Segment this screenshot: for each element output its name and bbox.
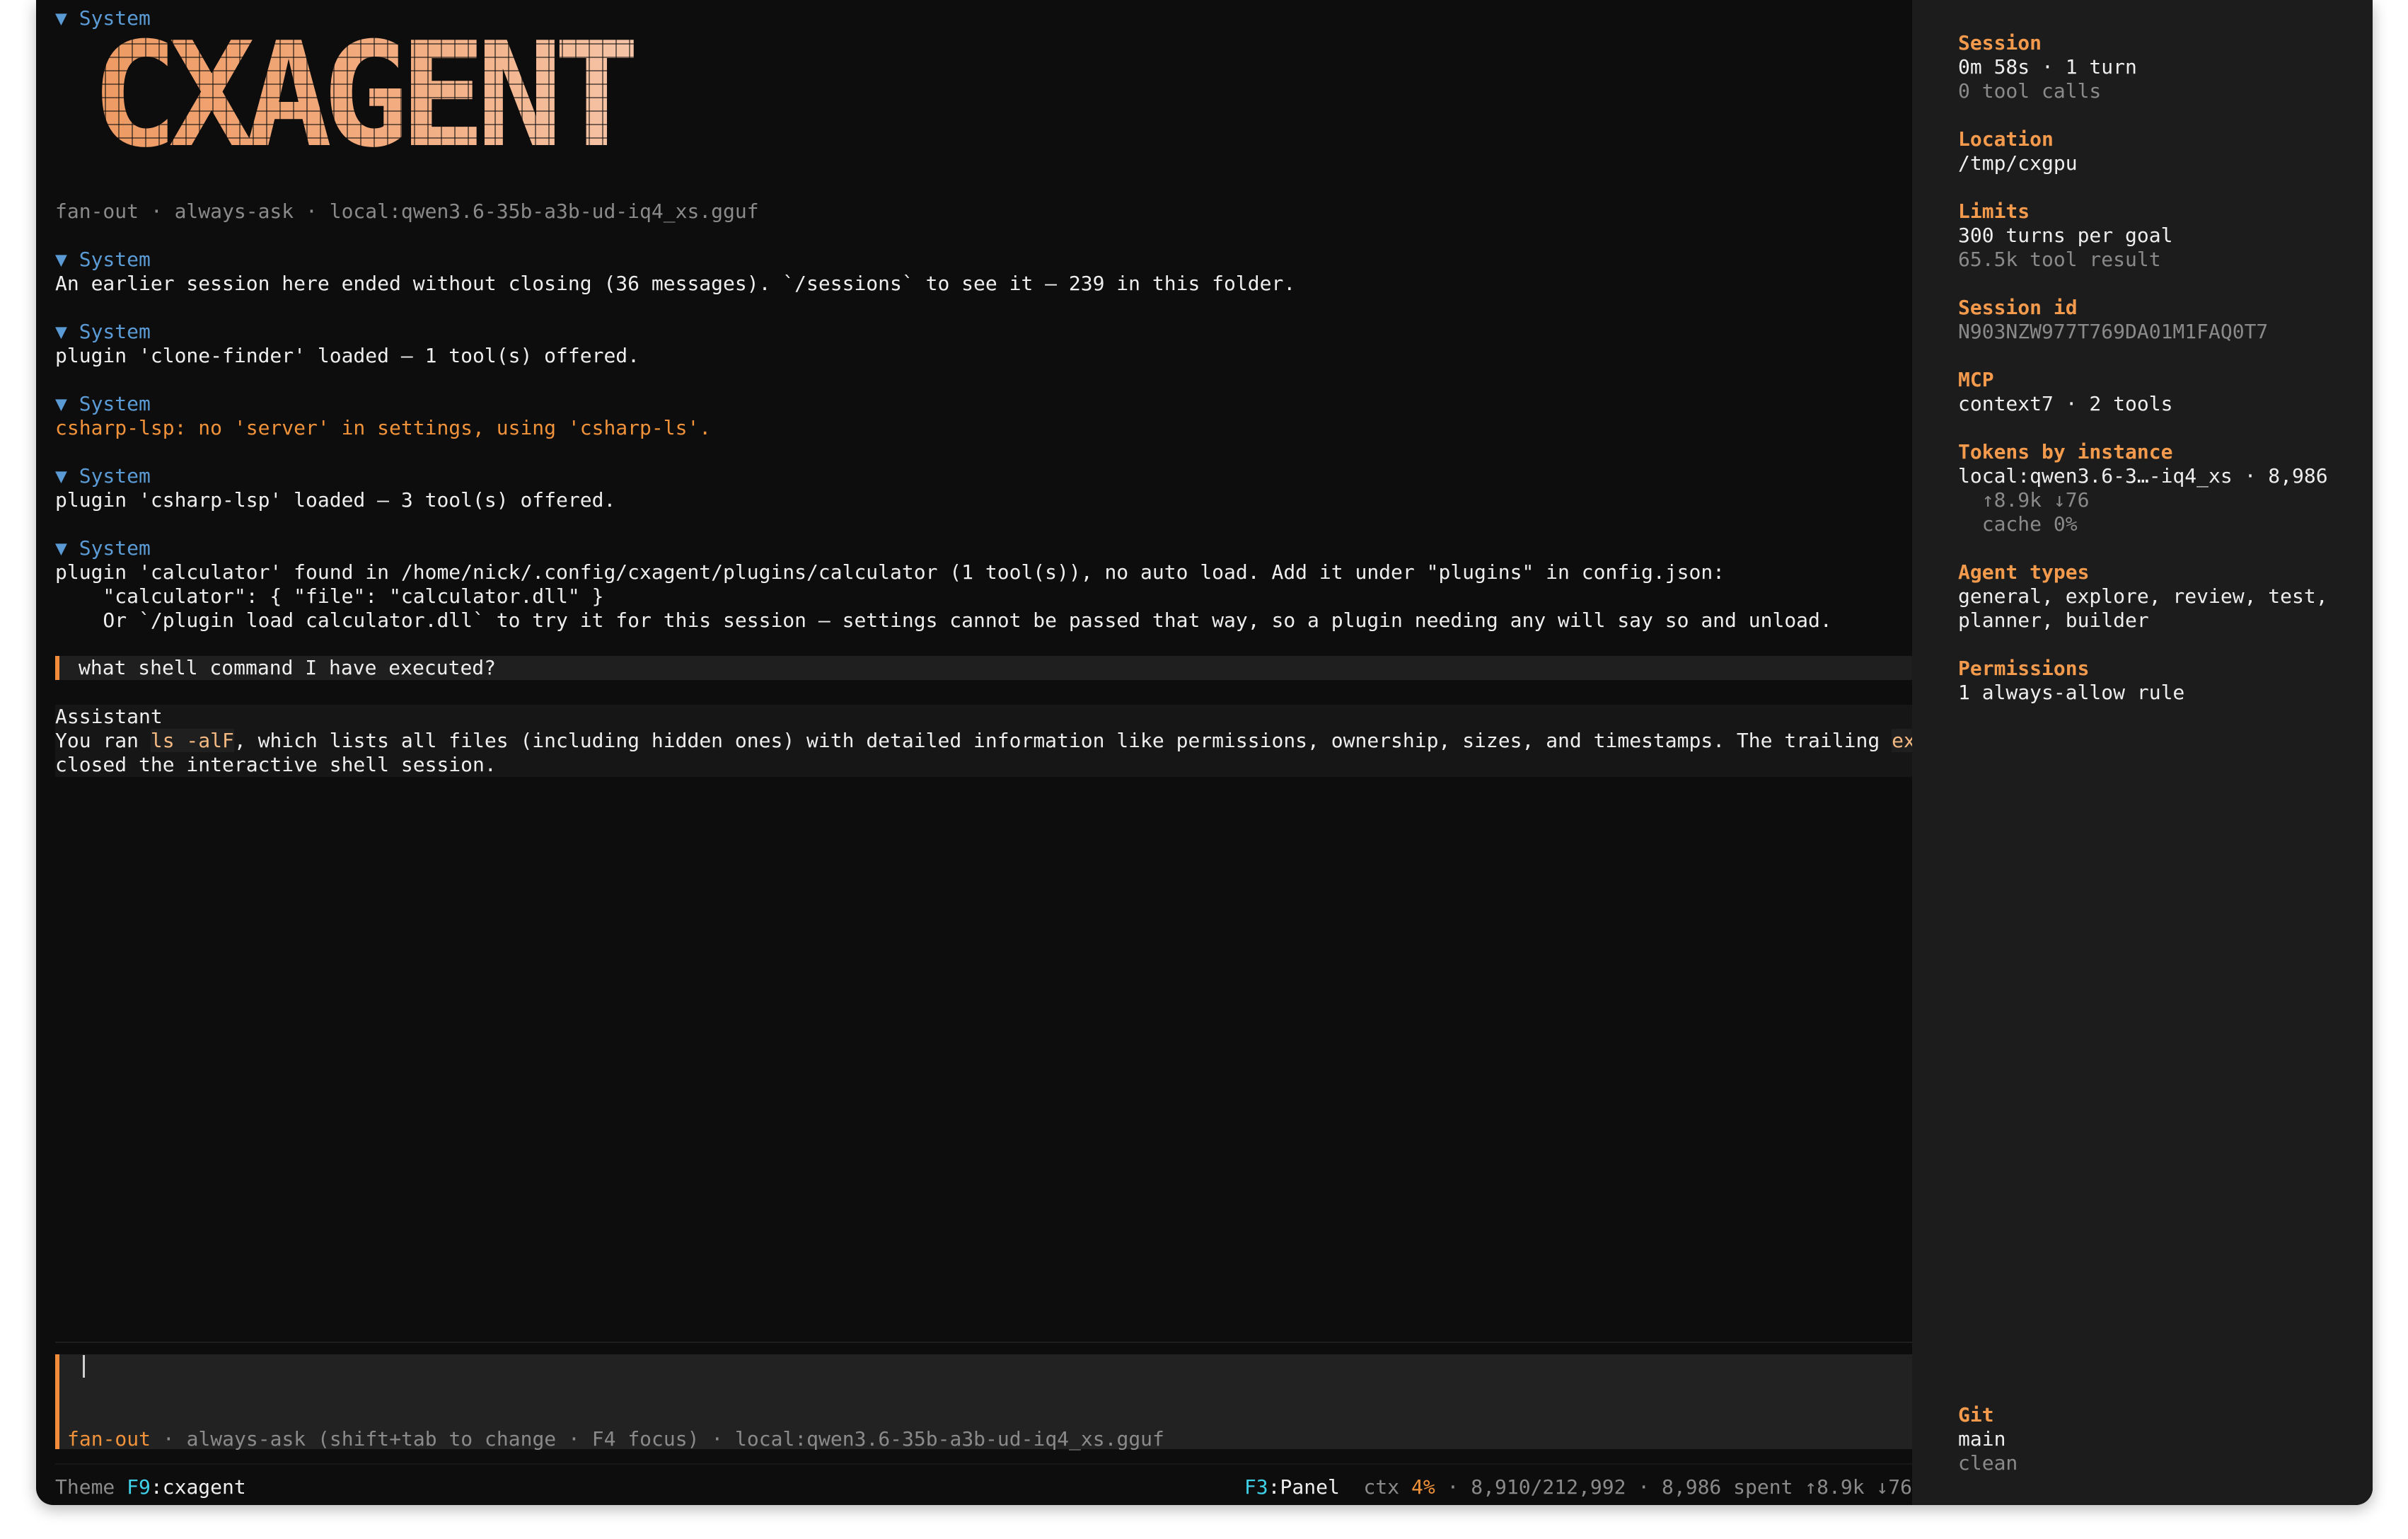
tokens-instance: local:qwen3.6-3…-iq4_xs · 8,986: [1958, 464, 2328, 488]
header-status: fan-out · always-ask · local:qwen3.6-35b…: [55, 200, 759, 223]
ctx-label: ctx: [1363, 1475, 1411, 1499]
session-title: Session: [1958, 31, 2042, 54]
transcript-pane[interactable]: ▼ System CXAGENT fan-out · always-ask · …: [36, 0, 1940, 1505]
system-message-text: An earlier session here ended without cl…: [55, 272, 1296, 295]
assistant-text-line: closed the interactive shell session.: [55, 753, 497, 776]
ctx-stats: · 8,910/212,992 · 8,986 spent ↑8.9k ↓76: [1435, 1475, 1912, 1499]
git-branch: main: [1958, 1427, 2006, 1451]
logo-text: CXAGENT: [91, 24, 770, 168]
user-message-accent: [55, 656, 59, 680]
session-id-value: N903NZW977T769DA01M1FAQ0T7: [1958, 320, 2269, 343]
panel-toggle-label[interactable]: :Panel: [1268, 1475, 1340, 1499]
git-title: Git: [1958, 1403, 1994, 1426]
location-path: /tmp/cxgpu: [1958, 151, 2078, 175]
terminal-window: ▼ System CXAGENT fan-out · always-ask · …: [36, 0, 2373, 1505]
mcp-title: MCP: [1958, 368, 1994, 391]
system-message-text: "calculator": { "file": "calculator.dll"…: [55, 584, 604, 608]
system-message-toggle[interactable]: ▼ System: [55, 320, 151, 344]
permissions-value: 1 always-allow rule: [1958, 681, 2185, 704]
ctx-percent: 4%: [1411, 1475, 1435, 1499]
agent-types-title: Agent types: [1958, 560, 2090, 584]
cxagent-logo: CXAGENT: [91, 24, 770, 168]
system-message-toggle[interactable]: ▼ System: [55, 248, 151, 272]
theme-label: Theme: [55, 1475, 127, 1499]
info-panel: Session 0m 58s · 1 turn 0 tool calls Loc…: [1912, 0, 2373, 1505]
permissions-title: Permissions: [1958, 657, 2090, 680]
location-title: Location: [1958, 127, 2054, 151]
panel-hotkey[interactable]: F3: [1244, 1475, 1268, 1499]
agent-types-line: planner, builder: [1958, 609, 2149, 632]
tokens-cache: cache 0%: [1958, 512, 2078, 536]
assistant-text: , which lists all files (including hidde…: [233, 729, 1892, 752]
composer-status: fan-out · always-ask (shift+tab to chang…: [67, 1427, 1164, 1451]
inline-code: ls -alF: [150, 729, 234, 752]
system-message-text: plugin 'calculator' found in /home/nick/…: [55, 560, 1725, 584]
system-warning-text: csharp-lsp: no 'server' in settings, usi…: [55, 416, 712, 439]
system-message-text: Or `/plugin load calculator.dll` to try …: [55, 609, 1832, 632]
limits-turns: 300 turns per goal: [1958, 224, 2173, 247]
system-message-text: plugin 'clone-finder' loaded — 1 tool(s)…: [55, 344, 640, 367]
text-cursor: [83, 1355, 85, 1378]
theme-hotkey: F9: [127, 1475, 151, 1499]
system-message-text: plugin 'csharp-lsp' loaded — 3 tool(s) o…: [55, 488, 616, 512]
composer-status-text: · always-ask (shift+tab to change · F4 f…: [151, 1427, 1164, 1451]
tokens-title: Tokens by instance: [1958, 440, 2173, 463]
limits-tool-result: 65.5k tool result: [1958, 248, 2161, 271]
system-message-toggle[interactable]: ▼ System: [55, 464, 151, 488]
prompt-input-accent: [55, 1354, 59, 1449]
footer-divider: [55, 1463, 1935, 1465]
system-message-toggle[interactable]: ▼ System: [55, 392, 151, 416]
assistant-text-line: You ran ls -alF, which lists all files (…: [55, 729, 1940, 753]
user-message-text: what shell command I have executed?: [79, 656, 497, 679]
session-duration: 0m 58s · 1 turn: [1958, 55, 2137, 79]
composer-divider: [55, 1342, 1935, 1343]
system-message-toggle[interactable]: ▼ System: [55, 536, 151, 560]
mcp-value: context7 · 2 tools: [1958, 392, 2173, 415]
theme-switcher[interactable]: Theme F9:cxagent: [55, 1475, 246, 1499]
session-id-title: Session id: [1958, 296, 2078, 319]
assistant-label: Assistant: [55, 705, 163, 728]
footer-stats: F3:Panel ctx 4% · 8,910/212,992 · 8,986 …: [1244, 1475, 1912, 1499]
tokens-io: ↑8.9k ↓76: [1958, 488, 2090, 512]
session-tool-calls: 0 tool calls: [1958, 79, 2102, 103]
agent-types-line: general, explore, review, test,: [1958, 584, 2328, 608]
assistant-text: You ran: [55, 729, 151, 752]
theme-value: :cxagent: [150, 1475, 246, 1499]
limits-title: Limits: [1958, 200, 2030, 223]
git-status: clean: [1958, 1451, 2018, 1475]
mode-indicator[interactable]: fan-out: [67, 1427, 151, 1451]
